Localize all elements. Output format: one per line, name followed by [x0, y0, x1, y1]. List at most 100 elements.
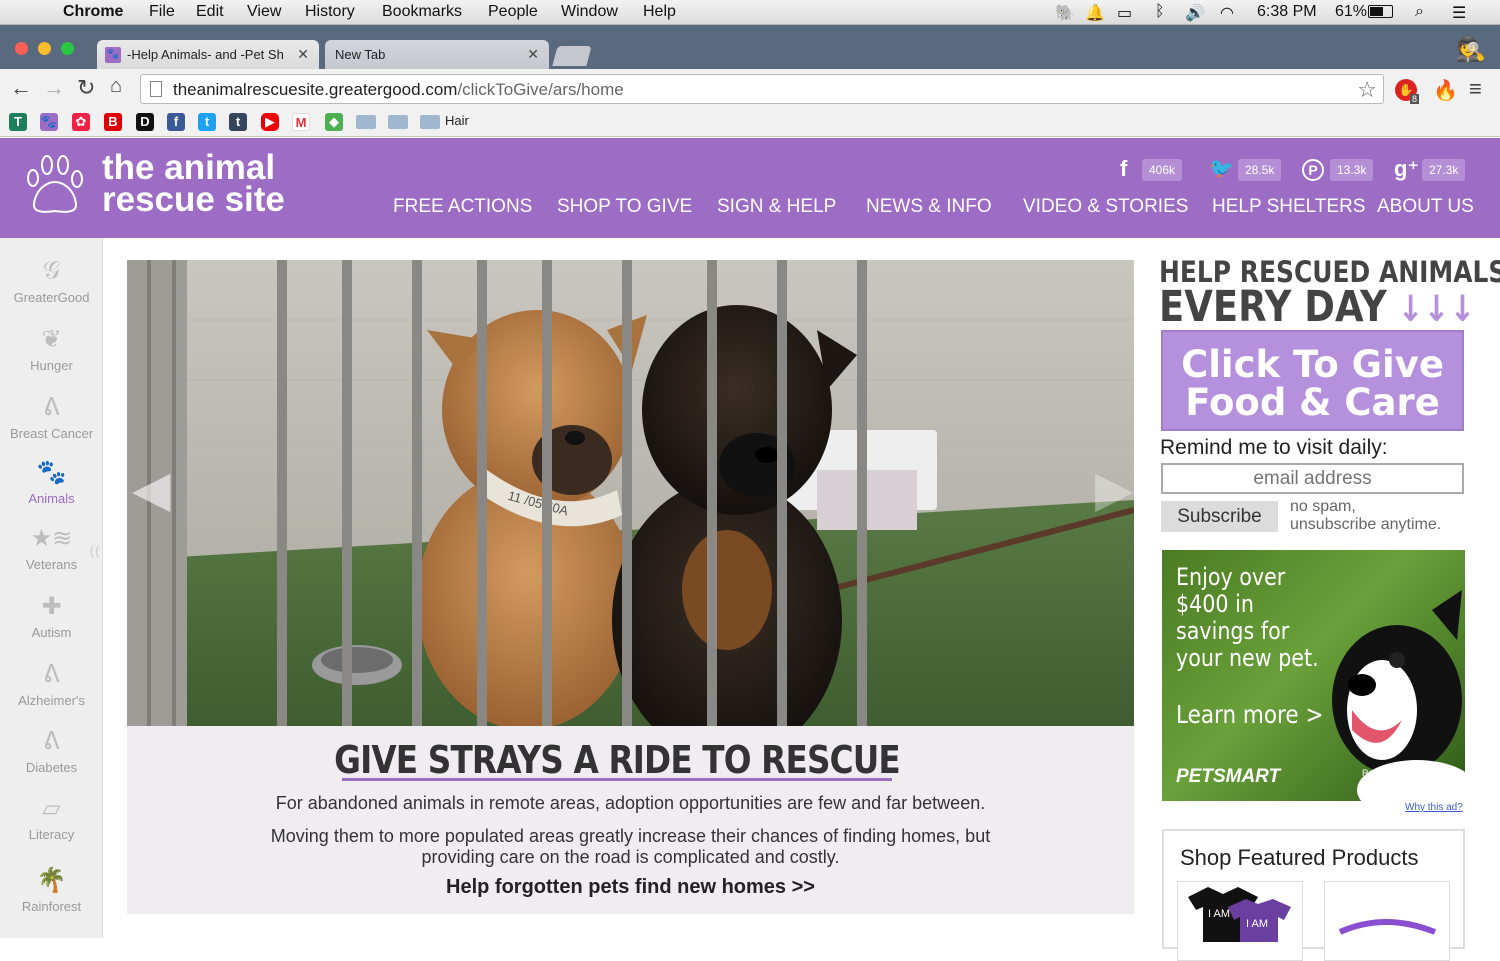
- sidebar-item-diabetes[interactable]: ᕕ Diabetes: [0, 727, 103, 775]
- menu-window[interactable]: Window: [561, 3, 618, 21]
- bookmark-b-icon[interactable]: B: [104, 113, 122, 131]
- twitter-count[interactable]: 28.5k: [1238, 159, 1282, 181]
- menu-history[interactable]: History: [305, 3, 355, 21]
- menu-help[interactable]: Help: [643, 3, 676, 21]
- reload-icon[interactable]: ↻: [77, 75, 95, 101]
- bookmark-folder-icon[interactable]: [356, 115, 376, 129]
- sidebar-item-alzheimers[interactable]: ᕕ Alzheimer's: [0, 660, 103, 708]
- battery-percent[interactable]: 61%: [1335, 3, 1367, 21]
- menu-app-name[interactable]: Chrome: [63, 3, 123, 21]
- nav-news-and-info[interactable]: NEWS & INFO: [866, 196, 992, 218]
- clock-time[interactable]: 6:38 PM: [1257, 3, 1317, 21]
- sidebar-item-veterans[interactable]: ★≋ Veterans: [0, 524, 103, 572]
- fire-extension-icon[interactable]: 🔥: [1433, 78, 1458, 103]
- window-close-button[interactable]: [15, 42, 28, 55]
- nav-video-and-stories[interactable]: VIDEO & STORIES: [1023, 196, 1188, 218]
- ad-line1: Enjoy over: [1176, 563, 1286, 591]
- home-icon[interactable]: ⌂: [110, 75, 122, 98]
- sidebar-item-breast-cancer[interactable]: ᕕ Breast Cancer: [0, 393, 103, 441]
- window-minimize-button[interactable]: [38, 42, 51, 55]
- product-collar-card[interactable]: [1324, 881, 1450, 961]
- incognito-profile-icon[interactable]: 🕵: [1456, 35, 1486, 64]
- petsmart-ad[interactable]: Enjoy over $400 in savings for your new …: [1162, 550, 1465, 801]
- forward-arrow-icon[interactable]: →: [43, 75, 65, 101]
- twitter-icon[interactable]: 🐦: [1209, 156, 1234, 181]
- bookmark-folder-hair-icon[interactable]: [420, 115, 440, 129]
- menu-file[interactable]: File: [149, 3, 175, 21]
- bookmark-star-icon[interactable]: ☆: [1357, 77, 1377, 103]
- purple-collar-image: [1338, 919, 1437, 935]
- bookmark-youtube-icon[interactable]: ▶: [261, 113, 279, 131]
- menu-bookmarks[interactable]: Bookmarks: [382, 3, 462, 21]
- pinterest-count[interactable]: 13.3k: [1330, 159, 1374, 181]
- bluetooth-icon[interactable]: ᛒ: [1155, 3, 1165, 21]
- collapse-sidebar-icon[interactable]: ⟨⟨: [89, 543, 100, 560]
- tab-close-icon[interactable]: ✕: [297, 46, 309, 63]
- wheat-icon: ❦: [41, 326, 62, 353]
- sidebar-item-literacy[interactable]: ▱ Literacy: [0, 794, 103, 842]
- ad-learn-more-link[interactable]: Learn more >: [1176, 700, 1323, 729]
- paw-logo-icon[interactable]: [22, 154, 86, 216]
- hero-title[interactable]: GIVE STRAYS A RIDE TO RESCUE: [196, 738, 1039, 782]
- bookmark-d-icon[interactable]: D: [136, 113, 154, 131]
- evernote-icon[interactable]: 🐘: [1055, 3, 1075, 23]
- bookmark-red-icon[interactable]: ✿: [72, 113, 90, 131]
- chrome-menu-icon[interactable]: ≡: [1469, 76, 1482, 102]
- sidebar-item-greatergood[interactable]: 𝒢 GreaterGood: [0, 257, 103, 305]
- flag-icon: ★≋: [30, 525, 73, 552]
- slideshow-next-arrow-icon[interactable]: ▶: [1095, 460, 1133, 518]
- googleplus-count[interactable]: 27.3k: [1422, 159, 1466, 181]
- tab-new-tab[interactable]: New Tab ✕: [325, 40, 549, 70]
- tab-help-animals[interactable]: 🐾 -Help Animals- and -Pet Sh ✕: [97, 40, 319, 70]
- nav-about-us[interactable]: ABOUT US: [1377, 196, 1474, 218]
- googleplus-icon[interactable]: g⁺: [1394, 156, 1419, 182]
- bookmark-tumblr-icon[interactable]: t: [229, 113, 247, 131]
- hero-slideshow[interactable]: 11 /05 60A ◀ ▶: [127, 260, 1134, 726]
- hero-cta-link[interactable]: Help forgotten pets find new homes >>: [127, 876, 1134, 899]
- window-zoom-button[interactable]: [61, 42, 74, 55]
- sidebar-item-animals[interactable]: 🐾 Animals: [0, 458, 103, 506]
- nav-help-shelters[interactable]: HELP SHELTERS: [1212, 196, 1365, 218]
- sidebar-item-autism[interactable]: ✚ Autism: [0, 592, 103, 640]
- pinterest-icon[interactable]: P: [1302, 159, 1324, 181]
- bookmark-t-icon[interactable]: T: [9, 113, 27, 131]
- wifi-icon[interactable]: ◠: [1220, 3, 1234, 23]
- why-this-ad-link[interactable]: Why this ad?: [1405, 802, 1463, 813]
- menu-edit[interactable]: Edit: [196, 3, 224, 21]
- product-tshirt-card[interactable]: I AM I AM: [1177, 881, 1303, 961]
- nav-free-actions[interactable]: FREE ACTIONS: [393, 196, 532, 218]
- notification-bell-icon[interactable]: 🔔: [1085, 3, 1105, 23]
- bookmark-folder-icon[interactable]: [388, 115, 408, 129]
- menu-view[interactable]: View: [247, 3, 281, 21]
- menu-people[interactable]: People: [488, 3, 538, 21]
- sidebar-item-rainforest[interactable]: 🌴 Rainforest: [0, 866, 103, 914]
- nav-shop-to-give[interactable]: SHOP TO GIVE: [557, 196, 692, 218]
- spotlight-search-icon[interactable]: ⌕: [1415, 3, 1424, 21]
- tab-close-icon[interactable]: ✕: [527, 46, 539, 63]
- bookmark-facebook-icon[interactable]: f: [167, 113, 185, 131]
- palm-icon: 🌴: [36, 867, 67, 894]
- facebook-icon[interactable]: f: [1120, 156, 1127, 182]
- nav-sign-and-help[interactable]: SIGN & HELP: [717, 196, 836, 218]
- sidebar-item-hunger[interactable]: ❦ Hunger: [0, 325, 103, 373]
- bookmark-paw-icon[interactable]: 🐾: [40, 113, 58, 131]
- bookmark-folder-hair-label[interactable]: Hair: [445, 113, 469, 128]
- back-arrow-icon[interactable]: ←: [10, 75, 32, 101]
- ribbon-icon: ᕕ: [43, 661, 60, 688]
- click-to-give-button[interactable]: Click To Give Food & Care: [1161, 330, 1464, 431]
- bookmark-gmail-icon[interactable]: M: [292, 113, 310, 131]
- address-bar[interactable]: theanimalrescuesite.greatergood.com/clic…: [140, 74, 1384, 104]
- site-logo[interactable]: the animal rescue site: [102, 150, 285, 217]
- bookmark-maps-icon[interactable]: ◆: [325, 113, 343, 131]
- notification-center-icon[interactable]: ☰: [1452, 3, 1466, 23]
- volume-icon[interactable]: 🔊: [1185, 3, 1205, 23]
- facebook-count[interactable]: 406k: [1142, 159, 1183, 181]
- ad-line2: $400 in: [1176, 590, 1254, 618]
- subscribe-button[interactable]: Subscribe: [1161, 501, 1278, 532]
- new-tab-button[interactable]: [552, 46, 592, 66]
- ad-text: Enjoy over $400 in savings for your new …: [1176, 564, 1319, 672]
- bookmark-twitter-icon[interactable]: t: [198, 113, 216, 131]
- email-field[interactable]: [1161, 463, 1464, 494]
- airplay-icon[interactable]: ▭: [1117, 3, 1132, 23]
- slideshow-prev-arrow-icon[interactable]: ◀: [132, 460, 170, 518]
